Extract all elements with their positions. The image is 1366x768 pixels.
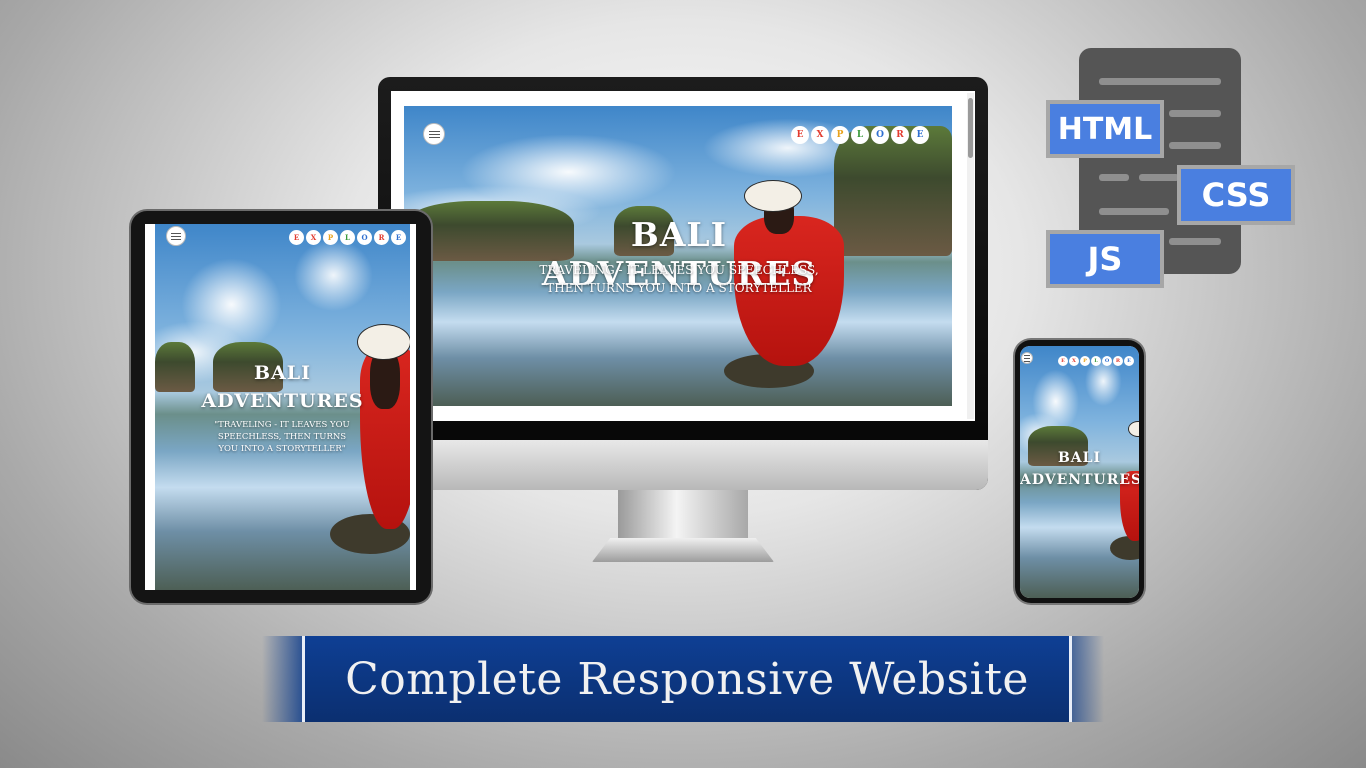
desktop-scrollbar-thumb[interactable]: [968, 98, 973, 158]
monitor-stand-neck: [618, 490, 748, 542]
js-badge: JS: [1046, 230, 1164, 288]
explore-letter: R: [1113, 356, 1123, 366]
monitor-stand-base: [592, 538, 774, 562]
explore-letter: X: [306, 230, 321, 245]
explore-letter: X: [811, 126, 829, 144]
phone-hero-title-line2: ADVENTURES: [1020, 472, 1139, 488]
explore-letter: O: [357, 230, 372, 245]
desktop-hero-subtitle-line1: TRAVELING - IT LEAVES YOU SPEECHLESS,: [539, 263, 819, 277]
title-banner: Complete Responsive Website: [302, 636, 1072, 722]
explore-letter: O: [871, 126, 889, 144]
desktop-hamburger-menu-icon[interactable]: [423, 123, 445, 145]
tablet-hamburger-menu-icon[interactable]: [166, 226, 186, 246]
explore-letter: E: [1058, 356, 1068, 366]
tablet-hero-title-line1: BALI: [253, 362, 312, 384]
css-badge: CSS: [1177, 165, 1295, 225]
phone-hamburger-menu-icon[interactable]: [1021, 352, 1033, 364]
explore-letter: L: [340, 230, 355, 245]
desktop-hero-subtitle-line2: THEN TURNS YOU INTO A STORYTELLER: [546, 281, 812, 295]
tablet-screen: EXPLORE BALI ADVENTURES "TRAVELING - IT …: [145, 224, 416, 590]
explore-letter: E: [391, 230, 406, 245]
banner-text: Complete Responsive Website: [345, 653, 1029, 705]
explore-letter: R: [374, 230, 389, 245]
tablet-hero-subtitle: "TRAVELING - IT LEAVES YOU SPEECHLESS, T…: [214, 420, 350, 454]
explore-letter: P: [1080, 356, 1090, 366]
explore-letter: E: [911, 126, 929, 144]
explore-letter: E: [289, 230, 304, 245]
explore-letter: L: [1091, 356, 1101, 366]
tablet-hero-title-line2: ADVENTURES: [201, 390, 364, 412]
desktop-explore-logo[interactable]: EXPLORE: [791, 126, 929, 144]
explore-letter: R: [891, 126, 909, 144]
explore-letter: E: [1124, 356, 1134, 366]
html-badge: HTML: [1046, 100, 1164, 158]
desktop-screen: EXPLORE BALI ADVENTURES TRAVELING - IT L…: [391, 91, 975, 421]
explore-letter: P: [831, 126, 849, 144]
monitor-chin: [378, 440, 988, 490]
explore-letter: E: [791, 126, 809, 144]
tablet-explore-logo[interactable]: EXPLORE: [289, 230, 406, 245]
explore-letter: L: [851, 126, 869, 144]
explore-letter: O: [1102, 356, 1112, 366]
explore-letter: P: [323, 230, 338, 245]
phone-explore-logo[interactable]: EXPLORE: [1058, 356, 1134, 366]
phone-screen: EXPLORE BALI ADVENTURES: [1020, 346, 1139, 598]
phone-hero-title-line1: BALI: [1057, 450, 1102, 466]
explore-letter: X: [1069, 356, 1079, 366]
